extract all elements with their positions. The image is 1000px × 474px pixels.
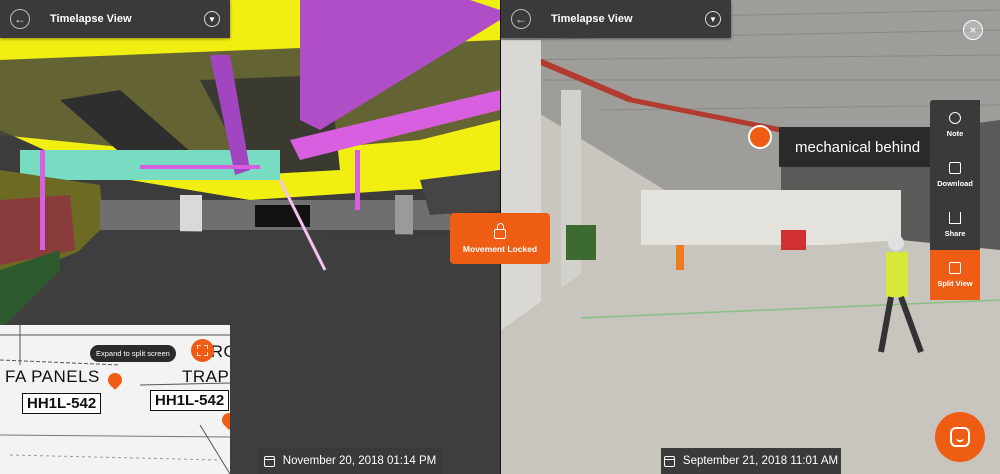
chat-icon: [950, 427, 970, 447]
left-back-arrow-icon[interactable]: ←: [10, 9, 30, 29]
download-label: Download: [937, 179, 973, 188]
note-button[interactable]: Note: [930, 100, 980, 150]
right-date-bar[interactable]: September 21, 2018 11:01 AM: [661, 448, 841, 474]
right-timelapse-header: ← Timelapse View ▼: [501, 0, 731, 38]
site-photo-render: [501, 0, 1000, 474]
split-view-button[interactable]: Split View: [930, 250, 980, 300]
note-label: Note: [946, 129, 964, 138]
expand-icon[interactable]: [191, 339, 214, 362]
download-icon: [949, 162, 961, 174]
right-toolbar: Note Download Share Split View: [930, 100, 980, 300]
site-photo-viewport[interactable]: ← Timelapse View ▼ September 21, 2018 11…: [501, 0, 1000, 474]
expand-corners-icon: [197, 345, 208, 356]
plan-room-tag-2: HH1L-542: [150, 390, 230, 411]
download-button[interactable]: Download: [930, 150, 980, 200]
split-view-label: Split View: [937, 279, 973, 288]
split-view-icon: [949, 262, 961, 274]
right-capture-date: September 21, 2018 11:01 AM: [682, 455, 839, 467]
plan-room-tag-1: HH1L-542: [22, 393, 102, 414]
calendar-icon: [263, 455, 275, 467]
note-plus-icon: [949, 112, 961, 124]
chat-support-button[interactable]: [935, 412, 985, 462]
close-icon[interactable]: ×: [963, 20, 983, 40]
share-icon: [949, 212, 961, 224]
note-marker-icon[interactable]: [748, 125, 772, 149]
share-label: Share: [944, 229, 966, 238]
left-timelapse-header: ← Timelapse View ▼: [0, 0, 230, 38]
note-text: mechanical behind: [795, 138, 921, 156]
calendar-icon-right: [663, 455, 675, 467]
left-capture-date: November 20, 2018 01:14 PM: [282, 455, 437, 467]
expand-split-tooltip: Expand to split screen: [90, 345, 176, 362]
bim-model-viewport[interactable]: ← Timelapse View ▼ FA PANELS TRAP CROSS …: [0, 0, 500, 474]
lock-icon: [494, 222, 506, 239]
plan-label-fa-panels: FA PANELS: [5, 367, 100, 386]
movement-locked-button[interactable]: Movement Locked: [450, 213, 550, 264]
movement-locked-label: Movement Locked: [462, 243, 538, 254]
note-callout[interactable]: mechanical behind: [779, 127, 939, 167]
right-chevron-down-icon[interactable]: ▼: [705, 11, 721, 27]
share-button[interactable]: Share: [930, 200, 980, 250]
left-date-bar[interactable]: November 20, 2018 01:14 PM: [258, 448, 442, 474]
right-back-arrow-icon[interactable]: ←: [511, 9, 531, 29]
left-view-title: Timelapse View: [50, 13, 132, 25]
plan-label-trap: TRAP: [182, 367, 230, 386]
right-view-title: Timelapse View: [551, 13, 633, 25]
left-chevron-down-icon[interactable]: ▼: [204, 11, 220, 27]
